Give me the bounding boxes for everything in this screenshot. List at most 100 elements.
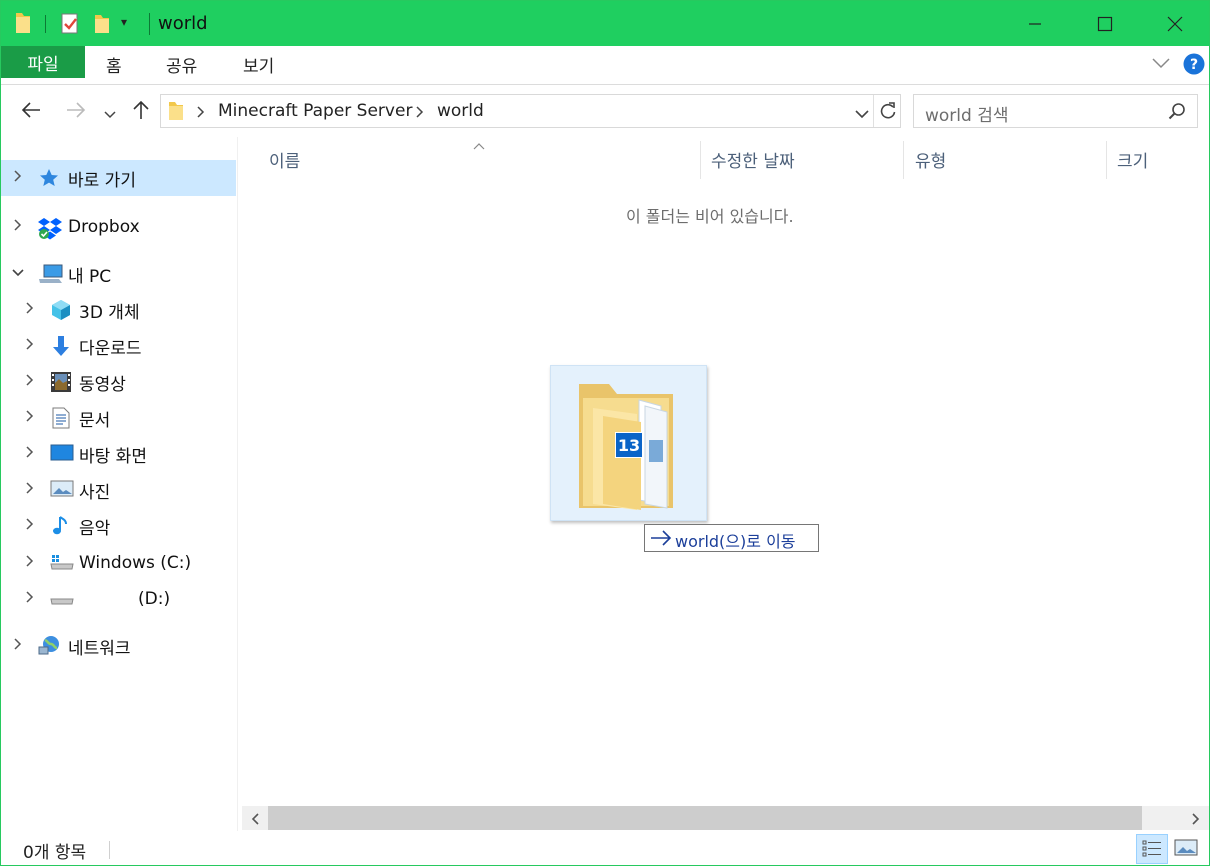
sidebar-item-label: 동영상 bbox=[79, 374, 126, 395]
back-arrow-icon bbox=[21, 102, 40, 118]
large-icons-view-button[interactable] bbox=[1174, 838, 1198, 863]
column-header-type[interactable]: 유형 bbox=[915, 147, 946, 172]
svg-text:?: ? bbox=[1190, 57, 1198, 73]
title-bar: ▾ world bbox=[1, 1, 1209, 46]
column-header-name[interactable]: 이름 bbox=[269, 147, 300, 172]
sidebar-item-label: Windows (C:) bbox=[79, 553, 192, 573]
chevron-right-icon[interactable] bbox=[23, 373, 37, 391]
drag-tooltip-text: world(으)로 이동 bbox=[675, 532, 796, 551]
move-arrow-icon bbox=[650, 530, 672, 551]
drive-icon bbox=[50, 552, 74, 574]
back-button[interactable] bbox=[20, 100, 42, 125]
chevron-down-icon bbox=[104, 111, 116, 119]
new-folder-icon[interactable] bbox=[92, 11, 112, 37]
chevron-right-icon[interactable] bbox=[23, 301, 37, 319]
quick-access-separator bbox=[45, 15, 46, 33]
status-separator bbox=[109, 841, 110, 859]
sidebar-item-desktop[interactable]: 바탕 화면 bbox=[1, 436, 236, 472]
horizontal-scrollbar[interactable] bbox=[242, 806, 1209, 830]
close-button[interactable] bbox=[1145, 1, 1205, 46]
column-header-date-modified[interactable]: 수정한 날짜 bbox=[711, 147, 795, 172]
breadcrumb-item[interactable]: Minecraft Paper Server bbox=[218, 101, 412, 121]
large-icons-view-icon bbox=[1174, 839, 1198, 856]
sidebar-item-videos[interactable]: 동영상 bbox=[1, 364, 236, 400]
forward-button[interactable] bbox=[65, 100, 87, 125]
chevron-right-icon[interactable] bbox=[23, 517, 37, 535]
sidebar-item-documents[interactable]: 문서 bbox=[1, 400, 236, 436]
sidebar-item-network[interactable]: 네트워크 bbox=[1, 628, 236, 664]
video-icon bbox=[50, 371, 72, 393]
picture-icon bbox=[50, 479, 74, 501]
file-list-pane[interactable]: 이름 수정한 날짜 유형 크기 이 폴더는 비어 있습니다. bbox=[239, 137, 1209, 831]
address-history-dropdown[interactable] bbox=[854, 106, 870, 126]
sidebar-item-downloads[interactable]: 다운로드 bbox=[1, 328, 236, 364]
chevron-right-icon[interactable] bbox=[11, 637, 25, 655]
sidebar-item-dropbox[interactable]: Dropbox bbox=[1, 209, 236, 245]
column-separator[interactable] bbox=[700, 141, 701, 179]
maximize-icon bbox=[1097, 16, 1113, 31]
sidebar-item-label: 사진 bbox=[79, 482, 111, 503]
sidebar-item-quick-access[interactable]: 바로 가기 bbox=[1, 160, 236, 196]
search-icon[interactable] bbox=[1168, 102, 1186, 125]
document-icon bbox=[50, 407, 72, 429]
sidebar-item-drive-c[interactable]: Windows (C:) bbox=[1, 545, 236, 581]
tab-home[interactable]: 홈 bbox=[106, 52, 122, 77]
recent-locations-button[interactable] bbox=[103, 104, 117, 125]
column-separator[interactable] bbox=[903, 141, 904, 179]
scroll-left-icon[interactable] bbox=[250, 811, 260, 831]
desktop-icon bbox=[50, 443, 74, 465]
column-header-size[interactable]: 크기 bbox=[1117, 147, 1148, 172]
address-separator bbox=[873, 95, 874, 127]
sidebar-item-label: 바탕 화면 bbox=[79, 446, 147, 467]
sidebar-item-pictures[interactable]: 사진 bbox=[1, 472, 236, 508]
chevron-right-icon[interactable] bbox=[11, 218, 25, 236]
chevron-down-icon[interactable] bbox=[11, 266, 25, 282]
sidebar-item-drive-d[interactable]: (D:) bbox=[1, 581, 236, 617]
computer-icon bbox=[38, 263, 63, 285]
search-input[interactable]: world 검색 bbox=[925, 101, 1009, 126]
chevron-right-icon[interactable] bbox=[11, 169, 25, 187]
sidebar-item-3d-objects[interactable]: 3D 개체 bbox=[1, 292, 236, 328]
breadcrumb-chevron-icon[interactable] bbox=[415, 104, 425, 124]
help-icon[interactable]: ? bbox=[1183, 53, 1205, 80]
chevron-down-icon bbox=[855, 110, 869, 119]
expand-ribbon-icon[interactable] bbox=[1151, 55, 1171, 75]
sidebar-item-label: 문서 bbox=[79, 410, 111, 431]
up-arrow-icon bbox=[133, 100, 149, 119]
chevron-right-icon[interactable] bbox=[23, 554, 37, 572]
address-bar[interactable]: Minecraft Paper Server world bbox=[160, 94, 901, 128]
scroll-right-icon[interactable] bbox=[1191, 811, 1201, 831]
chevron-right-icon[interactable] bbox=[23, 481, 37, 499]
column-separator[interactable] bbox=[1106, 141, 1107, 179]
chevron-right-icon[interactable] bbox=[23, 337, 37, 355]
sidebar-item-label: (D:) bbox=[138, 589, 171, 609]
drag-count-badge: 13 bbox=[615, 432, 643, 458]
tab-view[interactable]: 보기 bbox=[243, 52, 274, 77]
tab-share[interactable]: 공유 bbox=[166, 52, 197, 77]
breadcrumb-chevron-icon[interactable] bbox=[196, 104, 206, 124]
customize-quick-access-icon[interactable]: ▾ bbox=[121, 15, 127, 41]
breadcrumb-item[interactable]: world bbox=[437, 101, 484, 121]
chevron-right-icon[interactable] bbox=[23, 445, 37, 463]
sidebar-item-label: 다운로드 bbox=[79, 338, 142, 359]
sidebar-item-music[interactable]: 음악 bbox=[1, 508, 236, 544]
chevron-right-icon[interactable] bbox=[23, 590, 37, 608]
up-button[interactable] bbox=[131, 99, 151, 126]
chevron-right-icon[interactable] bbox=[23, 409, 37, 427]
details-view-button[interactable] bbox=[1136, 834, 1168, 864]
refresh-button[interactable] bbox=[878, 101, 898, 126]
search-box[interactable]: world 검색 bbox=[913, 94, 1198, 128]
refresh-icon bbox=[880, 102, 896, 119]
minimize-button[interactable] bbox=[1005, 1, 1065, 46]
properties-icon[interactable] bbox=[59, 11, 81, 37]
close-icon bbox=[1167, 16, 1183, 31]
drag-tooltip: world(으)로 이동 bbox=[644, 524, 819, 552]
folder-icon bbox=[167, 100, 185, 127]
maximize-button[interactable] bbox=[1075, 1, 1135, 46]
item-count: 0개 항목 bbox=[23, 843, 87, 863]
scrollbar-thumb[interactable] bbox=[268, 806, 1142, 830]
cube-icon bbox=[50, 299, 72, 321]
details-view-icon bbox=[1142, 840, 1161, 857]
tab-file[interactable]: 파일 bbox=[1, 46, 85, 78]
sidebar-item-this-pc[interactable]: 내 PC bbox=[1, 256, 236, 292]
